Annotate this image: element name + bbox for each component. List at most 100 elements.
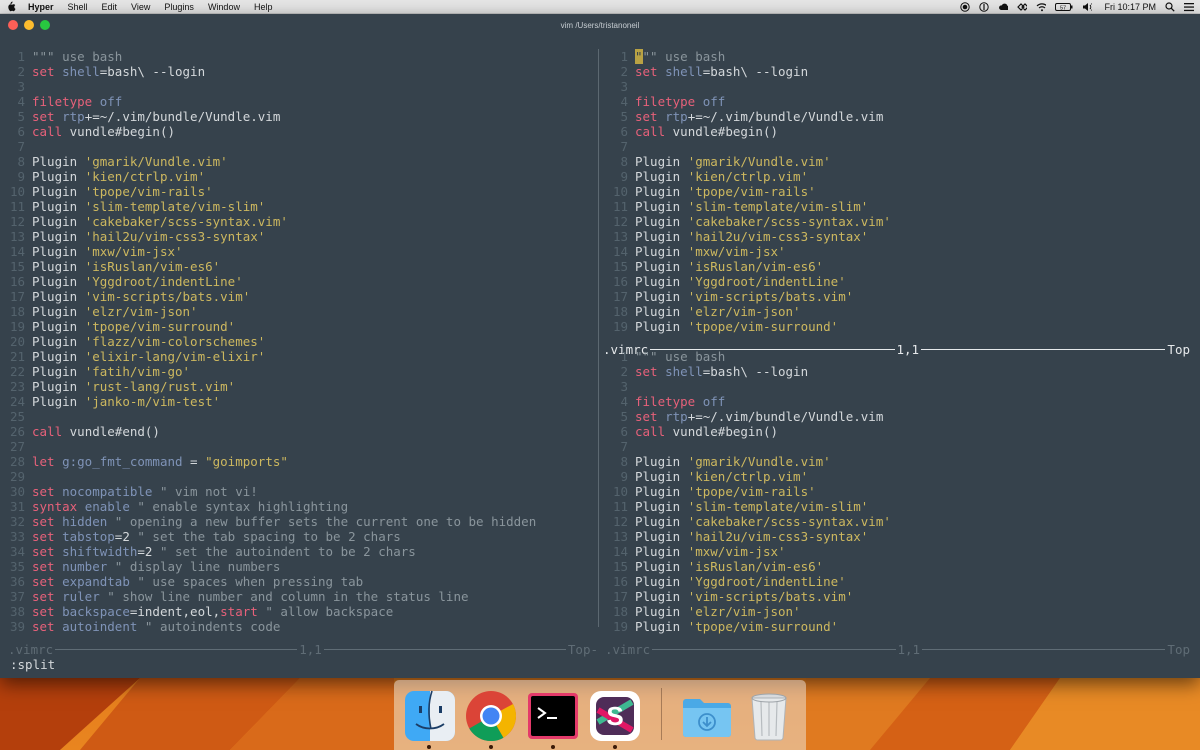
code-token: " set the autoindent to be 2 chars [159,544,416,559]
code-text: Plugin 'mxw/vim-jsx' [635,544,786,559]
slack-icon[interactable]: S [587,688,643,744]
code-token: 'elzr/vim-json' [687,604,801,619]
code-token: set [635,364,666,379]
window-titlebar[interactable]: vim /Users/tristanoneil [0,14,1200,36]
code-text: set rtp+=~/.vim/bundle/Vundle.vim [635,409,883,424]
line-number: 35 [9,559,25,574]
code-text: set shell=bash\ --login [635,364,808,379]
vim-pane-right-top[interactable]: 1 """ use bash 2 set shell=bash\ --login 3 4 f… [603,49,1200,338]
code-text: Plugin 'kien/ctrlp.vim' [32,169,205,184]
volume-icon[interactable] [1082,2,1093,12]
code-text: Plugin 'isRuslan/vim-es6' [32,259,220,274]
code-token: Plugin [635,229,688,244]
downloads-folder-icon[interactable] [679,688,735,744]
code-text: Plugin 'elixir-lang/vim-elixir' [32,349,265,364]
code-token: rtp [665,409,688,424]
close-button[interactable] [8,20,18,30]
battery-icon[interactable]: 57 [1055,2,1073,12]
menu-app-name[interactable]: Hyper [28,2,54,12]
code-token: g:go_fmt_command [62,454,183,469]
code-token: " enable syntax highlighting [137,499,349,514]
apple-icon[interactable] [6,1,16,12]
code-token: 'fatih/vim-go' [84,364,191,379]
minimize-button[interactable] [24,20,34,30]
code-text: Plugin 'vim-scripts/bats.vim' [635,289,853,304]
vim-command-line[interactable]: :split [10,657,55,672]
code-token: Plugin [32,304,85,319]
code-line: 7 [603,139,1200,154]
code-text: filetype off [32,94,122,109]
code-token: 'flazz/vim-colorschemes' [84,334,266,349]
line-number: 17 [612,289,628,304]
menu-help[interactable]: Help [254,2,273,12]
code-token: " display line numbers [114,559,281,574]
code-token: 'tpope/vim-surround' [687,319,839,334]
code-token: 'vim-scripts/bats.vim' [687,289,854,304]
code-token: +=~/.vim/bundle/Vundle.vim [84,109,281,124]
menu-clock[interactable]: Fri 10:17 PM [1104,2,1156,12]
code-token: set [635,109,666,124]
vim-pane-right-bottom[interactable]: 1 """ use bash 2 set shell=bash\ --login 3 4 f… [603,349,1200,638]
window-title: vim /Users/tristanoneil [560,20,640,30]
code-line: 19 Plugin 'tpope/vim-surround' [603,619,1200,634]
terminal-window[interactable]: vim /Users/tristanoneil 1 """ use bash 2 se… [0,14,1200,678]
line-number: 8 [17,154,25,169]
code-line: 17 Plugin 'vim-scripts/bats.vim' [603,289,1200,304]
code-token: nocompatible [62,484,160,499]
code-line: 8 Plugin 'gmarik/Vundle.vim' [603,154,1200,169]
code-line: 23 Plugin 'rust-lang/rust.vim' [0,379,598,394]
menu-plugins[interactable]: Plugins [164,2,194,12]
info-icon[interactable] [979,1,990,12]
code-token: Plugin [32,199,85,214]
line-number: 7 [17,139,25,154]
notification-center-icon[interactable] [1184,2,1194,12]
line-number: 5 [17,109,25,124]
menu-edit[interactable]: Edit [102,2,118,12]
code-line: 9 Plugin 'kien/ctrlp.vim' [603,469,1200,484]
menu-window[interactable]: Window [208,2,240,12]
code-token: +=~/.vim/bundle/Vundle.vim [687,409,884,424]
code-token: rtp [62,109,85,124]
code-token: start [220,604,266,619]
code-line: 25 [0,409,598,424]
code-token: Plugin [32,364,85,379]
code-token: 'cakebaker/scss-syntax.vim' [84,214,288,229]
trash-icon[interactable] [741,688,797,744]
code-text: Plugin 'Yggdroot/indentLine' [635,274,846,289]
line-number: 27 [9,439,25,454]
code-line: 19 Plugin 'tpope/vim-surround' [603,319,1200,334]
line-number: 13 [612,229,628,244]
code-text: Plugin 'slim-template/vim-slim' [635,499,868,514]
line-number: 21 [9,349,25,364]
terminal-content[interactable]: 1 """ use bash 2 set shell=bash\ --login 3 4 f… [0,49,1200,676]
code-text: set nocompatible " vim not vi! [32,484,258,499]
finder-icon[interactable] [402,688,458,744]
wifi-icon[interactable] [1036,2,1047,12]
vim-pane-left[interactable]: 1 """ use bash 2 set shell=bash\ --login 3 4 f… [0,49,598,643]
record-icon[interactable] [960,1,971,12]
code-token: " opening a new buffer sets the current … [114,514,537,529]
menu-shell[interactable]: Shell [68,2,88,12]
vertical-split-divider[interactable] [598,49,599,627]
chrome-icon[interactable] [463,688,519,744]
hyper-terminal-icon[interactable] [525,688,581,744]
menu-view[interactable]: View [131,2,150,12]
search-icon[interactable] [1165,1,1175,12]
status-menus: 57 Fri 10:17 PM [951,2,1194,12]
code-line: 29 [0,469,598,484]
line-number: 1 [620,349,628,364]
code-token: 'isRuslan/vim-es6' [687,559,824,574]
status-position: 1,1 [897,642,921,657]
code-line: 30 set nocompatible " vim not vi! [0,484,598,499]
code-line: 18 Plugin 'elzr/vim-json' [603,304,1200,319]
code-token: set [32,109,63,124]
line-number: 16 [612,274,628,289]
cloud-upload-icon[interactable] [998,2,1009,12]
code-token: 'slim-template/vim-slim' [687,199,869,214]
code-token: set [32,574,63,589]
code-token: 'kien/ctrlp.vim' [687,469,809,484]
code-text: set ruler " show line number and column … [32,589,469,604]
code-token: set [635,409,666,424]
zoom-button[interactable] [40,20,50,30]
link-icon[interactable] [1017,2,1028,12]
